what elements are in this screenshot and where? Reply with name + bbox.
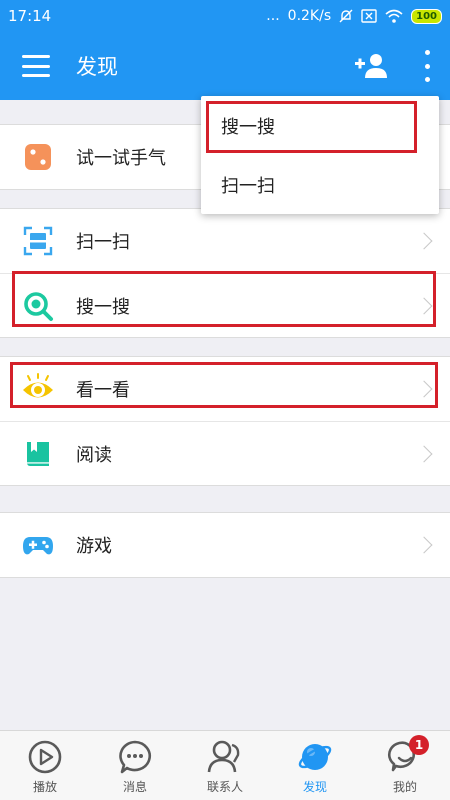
app-bar: 发现	[0, 32, 450, 100]
wifi-icon	[385, 9, 403, 23]
tab-play[interactable]: 播放	[0, 731, 90, 800]
tab-contacts[interactable]: 联系人	[180, 731, 270, 800]
scan-icon	[23, 226, 53, 256]
chevron-right-icon	[415, 297, 433, 314]
list-item-scan[interactable]: 扫一扫	[0, 209, 450, 273]
tab-label: 我的	[392, 780, 417, 794]
popup-item-label: 搜一搜	[221, 116, 275, 138]
popup-item-search[interactable]: 搜一搜	[201, 96, 439, 155]
tab-messages[interactable]: 消息	[90, 731, 180, 800]
status-right: ... 0.2K/s 100	[266, 8, 442, 24]
dice-icon	[25, 144, 51, 170]
list-item-search[interactable]: 搜一搜	[0, 273, 450, 337]
discover-planet-icon	[298, 744, 332, 770]
book-icon	[27, 441, 49, 466]
notification-badge: 1	[409, 735, 429, 755]
add-friend-icon[interactable]	[354, 50, 388, 82]
list-item-label: 试一试手气	[76, 148, 166, 169]
page-title: 发现	[76, 55, 118, 79]
popup-item-label: 扫一扫	[221, 175, 275, 197]
bottom-tab-bar: 播放 消息 联系人 发现 1 我的	[0, 730, 450, 800]
tab-label: 发现	[302, 780, 327, 794]
tab-profile[interactable]: 1 我的	[360, 731, 450, 800]
list-item-read[interactable]: 阅读	[0, 421, 450, 485]
status-time: 17:14	[8, 7, 52, 25]
gamepad-icon	[23, 537, 53, 555]
search-icon	[24, 291, 53, 321]
network-speed: 0.2K/s	[287, 8, 332, 24]
list-item-games[interactable]: 游戏	[0, 513, 450, 577]
list-item-label: 扫一扫	[76, 232, 130, 253]
chevron-right-icon	[415, 445, 433, 462]
eye-icon	[23, 373, 53, 398]
status-bar: 17:14 ... 0.2K/s 100	[0, 0, 450, 32]
popup-menu: 搜一搜 扫一扫	[201, 96, 439, 214]
chevron-right-icon	[415, 232, 433, 250]
chevron-right-icon	[415, 380, 433, 398]
menu-icon[interactable]	[22, 55, 50, 77]
more-vert-icon[interactable]	[422, 50, 432, 82]
list-item-look[interactable]: 看一看	[0, 357, 450, 421]
list-item-label: 看一看	[76, 380, 130, 401]
message-icon	[119, 740, 151, 774]
card-tools: 扫一扫 搜一搜	[0, 208, 450, 338]
card-content: 看一看 阅读	[0, 356, 450, 486]
tab-label: 消息	[122, 780, 147, 794]
tab-discover[interactable]: 发现	[270, 731, 360, 800]
card-games: 游戏	[0, 512, 450, 578]
list-item-label: 游戏	[76, 536, 112, 557]
play-icon	[28, 740, 62, 774]
list-item-label: 阅读	[76, 444, 112, 466]
list-item-label: 搜一搜	[76, 296, 130, 318]
popup-item-scan[interactable]: 扫一扫	[201, 155, 439, 214]
contacts-icon	[207, 740, 240, 773]
tab-label: 联系人	[206, 780, 243, 794]
silent-icon	[339, 9, 353, 23]
chevron-right-icon	[415, 536, 433, 554]
tab-label: 播放	[32, 780, 57, 794]
battery-indicator: 100	[411, 8, 442, 24]
status-dots: ...	[266, 8, 280, 24]
sim-icon	[361, 9, 377, 23]
